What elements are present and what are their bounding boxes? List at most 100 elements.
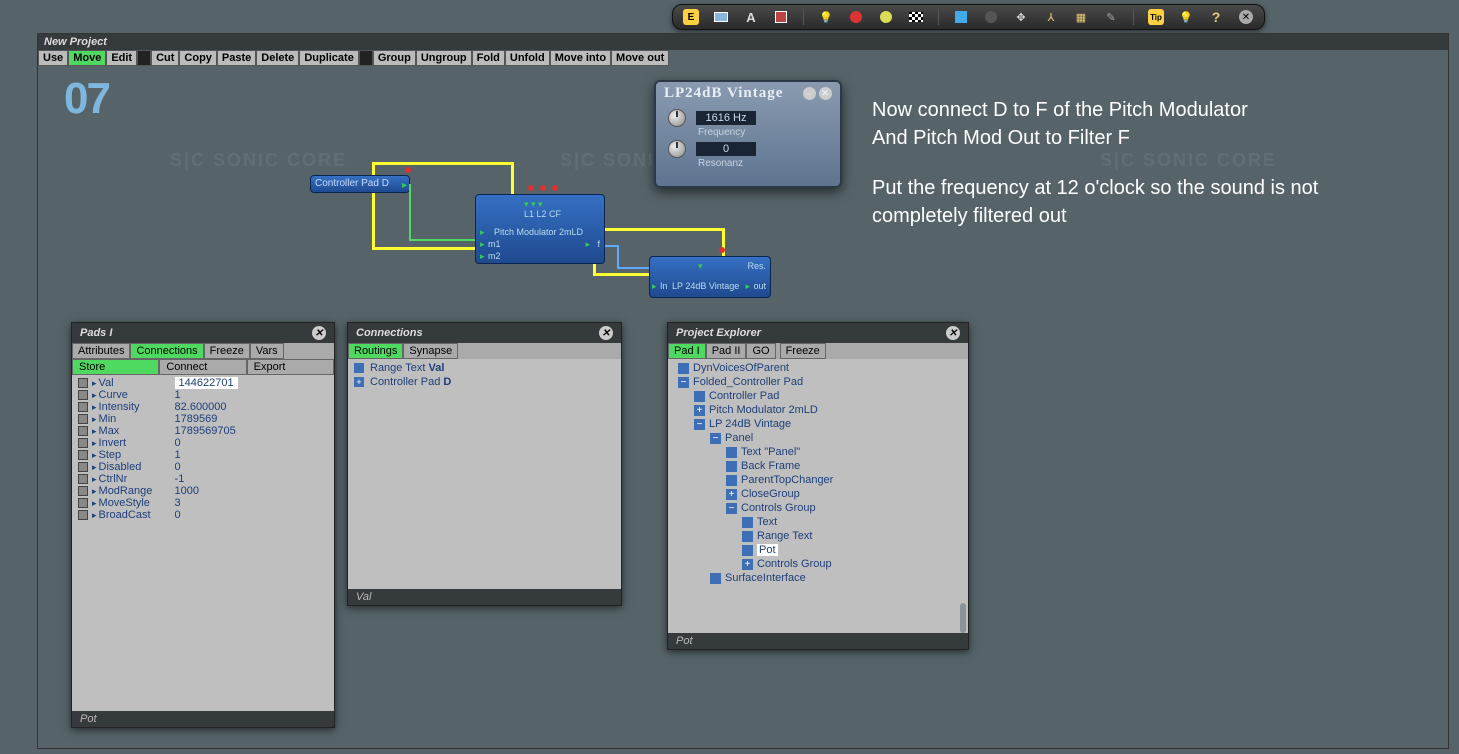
checkbox-icon[interactable] — [78, 486, 88, 496]
tab-freeze[interactable]: Freeze — [780, 343, 826, 359]
tree-row[interactable]: Text — [672, 515, 964, 529]
toolbar-help-icon[interactable]: ? — [1208, 9, 1224, 25]
prop-row[interactable]: ▸ Min 1789569 — [76, 413, 330, 425]
tree-row[interactable]: SurfaceInterface — [672, 571, 964, 585]
tree-row[interactable]: −Controls Group — [672, 501, 964, 515]
checkbox-icon[interactable] — [78, 390, 88, 400]
tree-row[interactable]: DynVoicesOfParent — [672, 361, 964, 375]
toolbar-checker-icon[interactable] — [908, 9, 924, 25]
tree-row[interactable]: −Folded_Controller Pad — [672, 375, 964, 389]
toolbar-move-icon[interactable]: ✥ — [1013, 9, 1029, 25]
tree-row[interactable]: ParentTopChanger — [672, 473, 964, 487]
cmd-duplicate[interactable]: Duplicate — [299, 50, 359, 66]
cmd-move[interactable]: Move — [68, 50, 106, 66]
prop-row[interactable]: ▸ Disabled 0 — [76, 461, 330, 473]
toolbar-axis-icon[interactable]: ⅄ — [1043, 9, 1059, 25]
close-icon[interactable]: ✕ — [819, 87, 832, 100]
checkbox-icon[interactable] — [78, 378, 88, 388]
prop-row[interactable]: ▸ CtrlNr -1 — [76, 473, 330, 485]
resonance-knob[interactable] — [668, 140, 686, 158]
prop-row[interactable]: ▸ Max 1789569705 — [76, 425, 330, 437]
tab-vars[interactable]: Vars — [250, 343, 284, 359]
checkbox-icon[interactable] — [78, 498, 88, 508]
cmd-unfold[interactable]: Unfold — [505, 50, 550, 66]
cmd-ungroup[interactable]: Ungroup — [416, 50, 472, 66]
tree-row[interactable]: Range Text — [672, 529, 964, 543]
tree-row[interactable]: −LP 24dB Vintage — [672, 417, 964, 431]
checkbox-icon[interactable] — [78, 426, 88, 436]
module-pitch-modulator[interactable]: ▾ ▾ ▾ L1 L2 CF ▸ Pitch Modulator 2mLD ▸ … — [475, 194, 605, 264]
toolbar-close-icon[interactable]: ✕ — [1238, 9, 1254, 25]
cmd-dark1[interactable] — [137, 50, 151, 66]
toolbar-grid-icon[interactable]: ▦ — [1073, 9, 1089, 25]
cmd-group[interactable]: Group — [373, 50, 416, 66]
module-lp-filter[interactable]: Res. ▾ ▸ In LP 24dB Vintage out ▸ — [649, 256, 771, 298]
cmd-edit[interactable]: Edit — [106, 50, 137, 66]
tree-row[interactable]: Controller Pad — [672, 389, 964, 403]
tab-pad1[interactable]: Pad I — [668, 343, 706, 359]
conn-row[interactable]: +Controller Pad D — [352, 375, 617, 389]
subtab-store[interactable]: Store — [72, 359, 159, 375]
minimize-icon[interactable]: − — [803, 87, 816, 100]
toolbar-cal-icon[interactable] — [773, 9, 789, 25]
tab-routings[interactable]: Routings — [348, 343, 403, 359]
cmd-fold[interactable]: Fold — [472, 50, 505, 66]
port-dot-icon[interactable] — [540, 185, 546, 191]
cmd-move-into[interactable]: Move into — [550, 50, 611, 66]
collapse-icon[interactable]: − — [726, 503, 737, 514]
lp24db-popup[interactable]: LP24dB Vintage − ✕ 1616 Hz Frequency 0 R… — [654, 80, 842, 188]
expand-icon[interactable]: + — [694, 405, 705, 416]
tab-pad2[interactable]: Pad II — [706, 343, 747, 359]
prop-row[interactable]: ▸ Curve 1 — [76, 389, 330, 401]
port-dot-icon[interactable] — [719, 247, 725, 253]
toolbar-tip-icon[interactable]: Tip — [1148, 9, 1164, 25]
toolbar-yellow-dot-icon[interactable] — [878, 9, 894, 25]
checkbox-icon[interactable] — [78, 474, 88, 484]
tab-freeze[interactable]: Freeze — [204, 343, 250, 359]
cmd-paste[interactable]: Paste — [217, 50, 256, 66]
close-icon[interactable]: ✕ — [946, 326, 960, 340]
toolbar-a-icon[interactable]: A — [743, 9, 759, 25]
toolbar-e-icon[interactable]: E — [683, 9, 699, 25]
checkbox-icon[interactable] — [78, 510, 88, 520]
tab-attributes[interactable]: Attributes — [72, 343, 130, 359]
checkbox-icon[interactable] — [78, 438, 88, 448]
cmd-dark2[interactable] — [359, 50, 373, 66]
toolbar-cube-icon[interactable] — [953, 9, 969, 25]
cmd-copy[interactable]: Copy — [179, 50, 217, 66]
collapse-icon[interactable]: − — [678, 377, 689, 388]
collapse-icon[interactable]: − — [694, 419, 705, 430]
tree-row[interactable]: +CloseGroup — [672, 487, 964, 501]
expand-icon[interactable]: + — [726, 489, 737, 500]
toolbar-card-icon[interactable] — [713, 9, 729, 25]
prop-row[interactable]: ▸ Invert 0 — [76, 437, 330, 449]
cmd-use[interactable]: Use — [38, 50, 68, 66]
checkbox-icon[interactable] — [78, 450, 88, 460]
toolbar-wand-icon[interactable]: ✎ — [1103, 9, 1119, 25]
expand-icon[interactable]: + — [742, 559, 753, 570]
collapse-icon[interactable]: − — [710, 433, 721, 444]
port-dot-icon[interactable] — [528, 185, 534, 191]
cmd-cut[interactable]: Cut — [151, 50, 179, 66]
toolbar-sphere-icon[interactable] — [983, 9, 999, 25]
subtab-export[interactable]: Export — [247, 359, 334, 375]
tree-row[interactable]: Text "Panel" — [672, 445, 964, 459]
toolbar-red-dot-icon[interactable] — [848, 9, 864, 25]
tab-synapse[interactable]: Synapse — [403, 343, 458, 359]
tree-row[interactable]: −Panel — [672, 431, 964, 445]
close-icon[interactable]: ✕ — [599, 326, 613, 340]
prop-row[interactable]: ▸ BroadCast 0 — [76, 509, 330, 521]
close-icon[interactable]: ✕ — [312, 326, 326, 340]
frequency-value[interactable]: 1616 Hz — [696, 111, 756, 125]
conn-row[interactable]: Range Text Val — [352, 361, 617, 375]
tab-connections[interactable]: Connections — [130, 343, 203, 359]
toolbar-bulb2-icon[interactable]: 💡 — [818, 9, 834, 25]
checkbox-icon[interactable] — [78, 414, 88, 424]
expand-icon[interactable]: + — [354, 377, 364, 387]
toolbar-bulb-icon[interactable]: 💡 — [1178, 9, 1194, 25]
cmd-delete[interactable]: Delete — [256, 50, 299, 66]
resonance-value[interactable]: 0 — [696, 142, 756, 156]
port-dot-icon[interactable] — [552, 185, 558, 191]
prop-row[interactable]: ▸ MoveStyle 3 — [76, 497, 330, 509]
tree-row[interactable]: Back Frame — [672, 459, 964, 473]
